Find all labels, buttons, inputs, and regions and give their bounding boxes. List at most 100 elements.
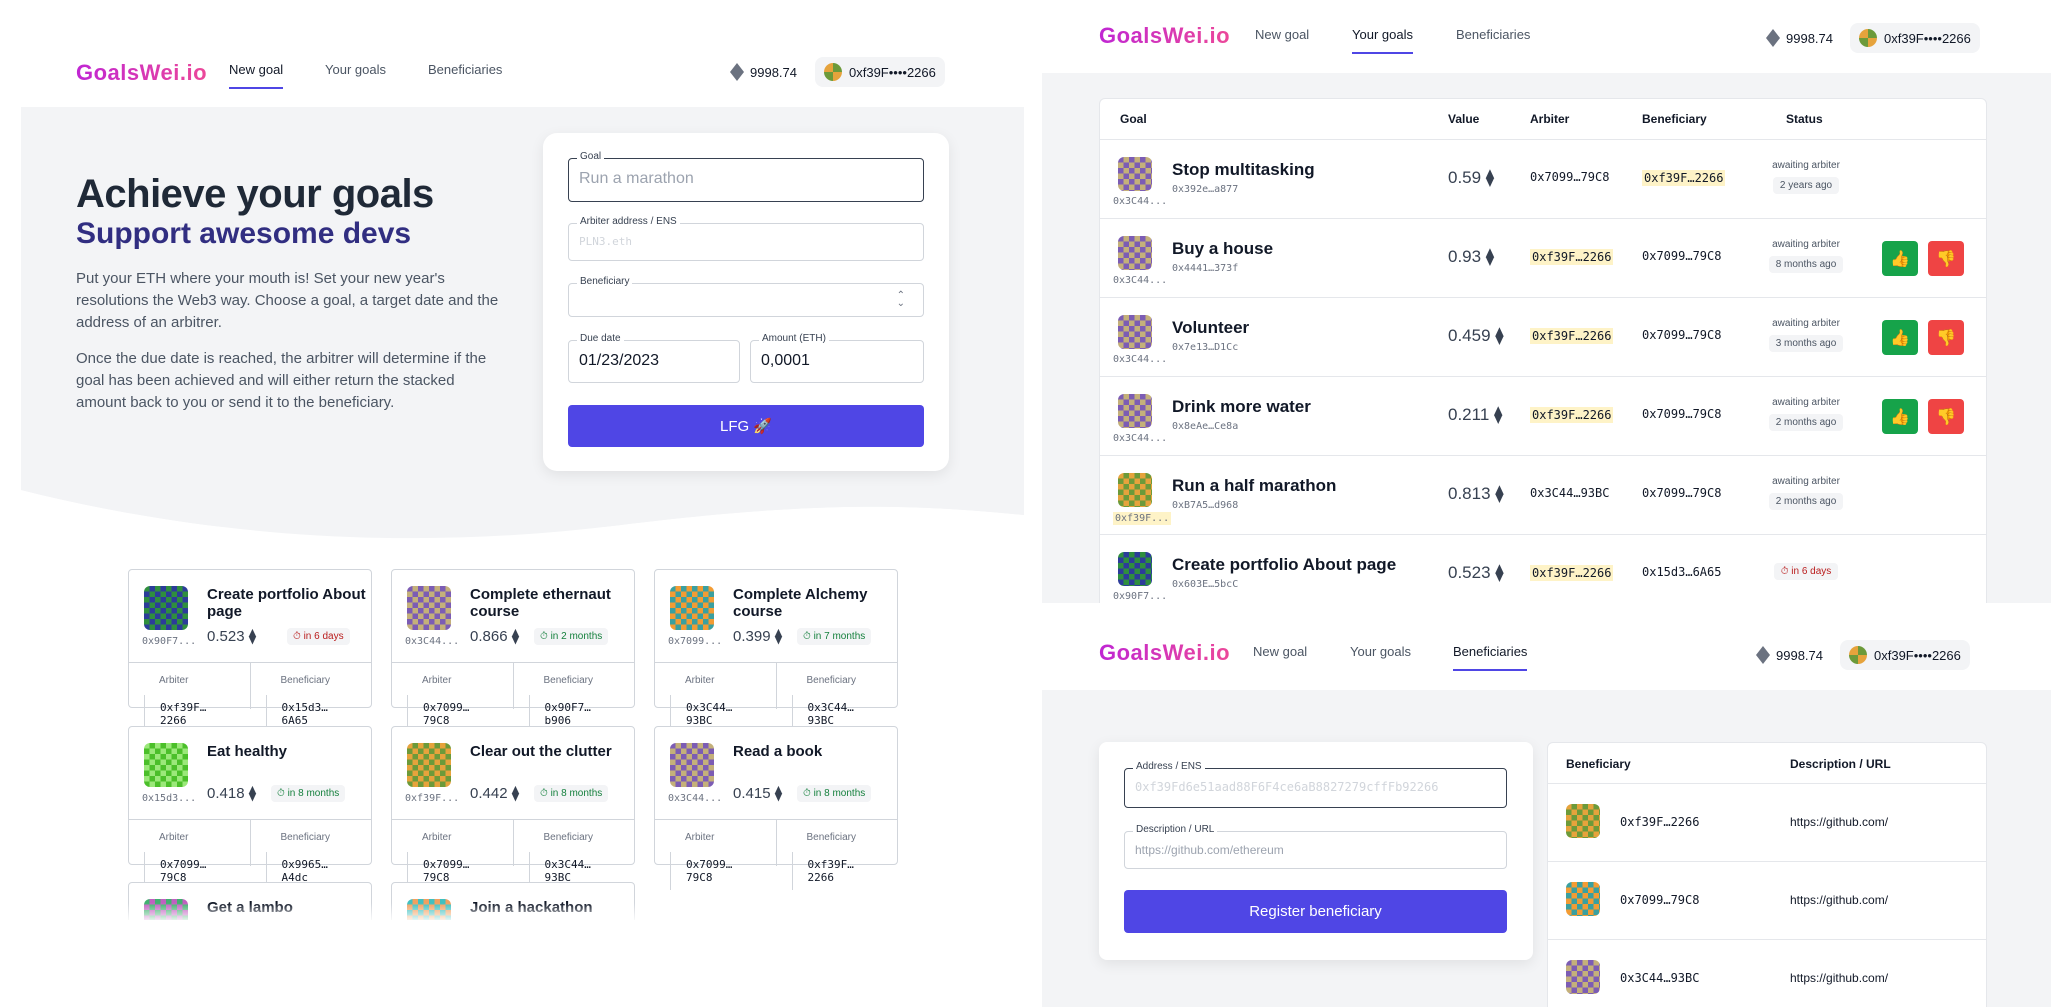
- due-badge: ⏱ in 8 months: [534, 785, 609, 802]
- beneficiary-description[interactable]: https://github.com/: [1790, 815, 1888, 829]
- account-button[interactable]: 0xf39F••••2266: [1840, 640, 1970, 670]
- beneficiary-address: 0x15d3…6A65: [1642, 565, 1722, 579]
- goal-title: Create portfolio About page: [1172, 555, 1397, 574]
- account-avatar: [1849, 646, 1867, 664]
- beneficiary-address: 0x7099…79C8: [1642, 407, 1722, 421]
- approve-button[interactable]: 👍: [1882, 320, 1918, 355]
- arbiter-field[interactable]: Arbiter address / ENS PLN3.eth: [568, 216, 924, 261]
- eth-balance: 9998.74: [1766, 29, 1833, 47]
- beneficiary-address: 0x7099…79C8: [1642, 328, 1722, 342]
- due-date-field[interactable]: Due date 01/23/2023: [568, 333, 740, 383]
- goal-card[interactable]: Complete Alchemy course 0x7099... 0.399 ⧫ ⏱…: [654, 569, 898, 733]
- brand-logo[interactable]: GoalsWei.io: [1099, 640, 1230, 666]
- status-age: 8 months ago: [1768, 256, 1844, 273]
- nav-beneficiaries[interactable]: Beneficiaries: [1456, 27, 1530, 52]
- beneficiary-row[interactable]: 0xf39F…2266 https://github.com/: [1548, 783, 1986, 861]
- amount-field[interactable]: Amount (ETH) 0,0001: [750, 333, 924, 383]
- beneficiary-row[interactable]: 0x7099…79C8 https://github.com/: [1548, 861, 1986, 939]
- arbiter-cell: Arbiter 0x7099…79C8: [392, 663, 513, 733]
- beneficiaries-table: Beneficiary Description / URL 0xf39F…226…: [1547, 742, 1987, 1007]
- description-label: Description / URL: [1133, 824, 1218, 835]
- goal-card[interactable]: Clear out the clutter 0xf39F... 0.442 ⧫ ⏱ i…: [391, 726, 635, 890]
- goal-contract-address: 0x392e…a877: [1172, 184, 1239, 195]
- goal-field[interactable]: Goal Run a marathon: [568, 151, 924, 202]
- nav-new-goal[interactable]: New goal: [229, 62, 284, 89]
- nav-new-goal[interactable]: New goal: [1255, 27, 1309, 52]
- due-badge: ⏱ in 6 days: [287, 628, 350, 645]
- beneficiary-address: 0x7099…79C8: [1620, 893, 1700, 907]
- goal-card[interactable]: Eat healthy 0x15d3... 0.418 ⧫ ⏱ in 8 months…: [128, 726, 372, 890]
- goal-placeholder: Run a marathon: [579, 170, 694, 187]
- reject-button[interactable]: 👎: [1928, 399, 1964, 434]
- register-beneficiary-button[interactable]: Register beneficiary: [1124, 890, 1507, 933]
- arbiter-cell: Arbiter 0x3C44…93BC: [655, 663, 776, 733]
- nav-your-goals[interactable]: Your goals: [325, 62, 386, 87]
- hero-title: Achieve your goals: [76, 172, 434, 216]
- goal-row[interactable]: 0xf39F... Run a half marathon 0xB7A5…d968 0…: [1100, 455, 1986, 534]
- hero-paragraph-1: Put your ETH where your mouth is! Set yo…: [76, 270, 499, 331]
- beneficiary-row[interactable]: 0x3C44…93BC https://github.com/: [1548, 939, 1986, 1007]
- nav-your-goals[interactable]: Your goals: [1350, 644, 1411, 669]
- goal-row[interactable]: 0x90F7... Create portfolio About page 0x60…: [1100, 534, 1986, 603]
- account-button[interactable]: 0xf39F••••2266: [815, 57, 945, 87]
- goal-value: 0.415 ⧫: [733, 785, 783, 802]
- reject-button[interactable]: 👎: [1928, 241, 1964, 276]
- nav-your-goals[interactable]: Your goals: [1352, 27, 1413, 54]
- balance-value: 9998.74: [750, 64, 797, 80]
- nav-new-goal[interactable]: New goal: [1253, 644, 1307, 669]
- goal-card[interactable]: Read a book 0x3C44... 0.415 ⧫ ⏱ in 8 months…: [654, 726, 898, 890]
- arbiter-cell: Arbiter 0x7099…79C8: [655, 820, 776, 890]
- goal-row[interactable]: 0x3C44... Buy a house 0x4441…373f 0.93 ⧫ 0xf…: [1100, 218, 1986, 297]
- beneficiary-description[interactable]: https://github.com/: [1790, 971, 1888, 985]
- goal-owner-address: 0x3C44...: [1113, 275, 1168, 286]
- nav-beneficiaries[interactable]: Beneficiaries: [428, 62, 502, 87]
- goal-value: 0.813 ⧫: [1448, 484, 1504, 503]
- due-badge: ⏱ in 2 months: [534, 628, 609, 645]
- beneficiary-key: Beneficiary: [543, 675, 593, 686]
- goal-row[interactable]: 0x3C44... Drink more water 0x8eAe…Ce8a 0.21…: [1100, 376, 1986, 455]
- address-field[interactable]: Address / ENS 0xf39Fd6e51aad88F6F4ce6aB8…: [1124, 761, 1507, 808]
- description-field[interactable]: Description / URL https://github.com/eth…: [1124, 824, 1507, 869]
- beneficiary-label: Beneficiary: [577, 276, 633, 287]
- arbiter-key: Arbiter: [685, 832, 715, 843]
- status-cell: awaiting arbiter 2 years ago: [1762, 160, 1850, 194]
- account-button[interactable]: 0xf39F••••2266: [1850, 23, 1980, 53]
- goal-title: Stop multitasking: [1172, 160, 1315, 179]
- lfg-button[interactable]: LFG 🚀: [568, 405, 924, 447]
- nav-beneficiaries[interactable]: Beneficiaries: [1453, 644, 1528, 671]
- beneficiary-description[interactable]: https://github.com/: [1790, 893, 1888, 907]
- col-status: Status: [1786, 112, 1823, 126]
- hero-wave: [21, 470, 1024, 550]
- goal-row[interactable]: 0x3C44... Volunteer 0x7e13…D1Cc 0.459 ⧫ 0xf3…: [1100, 297, 1986, 376]
- beneficiary-select[interactable]: Beneficiary ⌃ ⌄: [568, 276, 924, 317]
- amount-value: 0,0001: [761, 352, 810, 369]
- goal-row[interactable]: 0x3C44... Stop multitasking 0x392e…a877 0.5…: [1100, 139, 1986, 218]
- approve-button[interactable]: 👍: [1882, 241, 1918, 276]
- arbiter-address: 0xf39F…2266: [1530, 249, 1614, 265]
- top-nav-3: GoalsWei.io New goal Your goals Benefici…: [1042, 617, 2051, 690]
- arbiter-key: Arbiter: [685, 675, 715, 686]
- arbiter-address: 0x7099…79C8: [670, 852, 761, 890]
- arbiter-key: Arbiter: [422, 832, 452, 843]
- status-age: 2 months ago: [1768, 493, 1844, 510]
- beneficiary-key: Beneficiary: [280, 832, 330, 843]
- goal-owner-address: 0x90F7...: [1113, 591, 1168, 602]
- goal-avatar: [144, 586, 188, 630]
- eth-icon: [1756, 646, 1770, 664]
- beneficiaries-panel: GoalsWei.io New goal Your goals Benefici…: [1042, 617, 2051, 1007]
- goal-owner-address: 0x3C44...: [668, 793, 723, 804]
- goal-avatar: [1118, 473, 1152, 507]
- eth-icon: [1766, 29, 1780, 47]
- goal-owner-address: 0xf39F...: [405, 793, 460, 804]
- goal-card[interactable]: Complete ethernaut course 0x3C44... 0.866 …: [391, 569, 635, 733]
- goal-owner-address: 0x3C44...: [1113, 433, 1168, 444]
- brand-logo[interactable]: GoalsWei.io: [1099, 23, 1230, 49]
- goal-avatar: [1118, 315, 1152, 349]
- due-badge: ⏱ in 7 months: [797, 628, 872, 645]
- approve-button[interactable]: 👍: [1882, 399, 1918, 434]
- eth-balance: 9998.74: [730, 63, 797, 81]
- reject-button[interactable]: 👎: [1928, 320, 1964, 355]
- due-date-value: 01/23/2023: [579, 352, 660, 369]
- brand-logo[interactable]: GoalsWei.io: [76, 60, 207, 86]
- goal-card[interactable]: Create portfolio About page 0x90F7... 0.52…: [128, 569, 372, 733]
